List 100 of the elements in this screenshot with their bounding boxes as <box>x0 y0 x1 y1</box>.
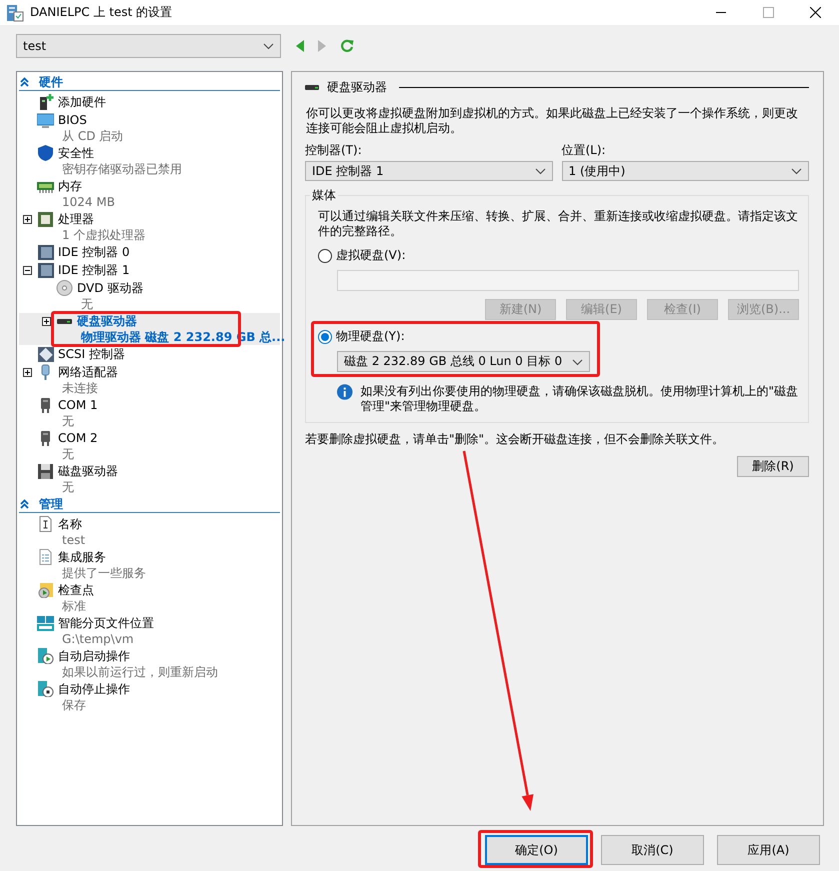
collapse-section-icon <box>20 77 29 87</box>
item-name: 处理器 <box>58 211 95 227</box>
back-button[interactable] <box>295 40 305 52</box>
floppy-icon <box>37 463 54 479</box>
close-icon <box>810 7 821 18</box>
controller-icon <box>37 262 54 278</box>
collapse-icon[interactable] <box>23 266 32 274</box>
tree-item[interactable]: 集成服务 提供了一些服务 <box>19 549 280 581</box>
radio-button[interactable] <box>318 248 332 262</box>
field-label: 位置(L): <box>562 142 607 159</box>
item-name: COM 1 <box>58 397 98 413</box>
section-title: 管理 <box>39 496 63 512</box>
tree-item[interactable]: 磁盘驱动器 无 <box>19 463 280 495</box>
item-name: 智能分页文件位置 <box>58 615 154 631</box>
caret-icon <box>263 42 274 50</box>
tree-item[interactable]: 检查点 标准 <box>19 582 280 614</box>
controller-icon <box>37 346 54 362</box>
location-dropdown[interactable]: 1 (使用中) <box>562 161 809 181</box>
item-name: 名称 <box>58 516 83 532</box>
item-name: IDE 控制器 1 <box>58 262 130 278</box>
expand-icon[interactable] <box>23 214 32 224</box>
window-title: DANIELPC 上 test 的设置 <box>30 4 174 21</box>
tree-item[interactable]: 安全性 密钥存储驱动器已禁用 <box>19 145 280 177</box>
refresh-button[interactable] <box>341 38 354 52</box>
expand-icon[interactable] <box>42 316 51 326</box>
maximize-icon <box>763 7 774 18</box>
item-detail: 标准 <box>61 598 87 614</box>
item-name: 网络适配器 <box>58 364 118 380</box>
caret-icon <box>534 167 546 175</box>
item-name: 检查点 <box>58 582 94 598</box>
disk-dropdown[interactable]: 磁盘 2 232.89 GB 总线 0 Lun 0 目标 0 <box>337 351 590 372</box>
item-name: 安全性 <box>58 145 95 161</box>
tree-item[interactable]: BIOS 从 CD 启动 <box>19 112 280 144</box>
item-detail: 密钥存储驱动器已禁用 <box>61 161 182 177</box>
monitor-icon <box>37 112 54 128</box>
radio-button[interactable] <box>318 330 332 344</box>
item-detail: 从 CD 启动 <box>61 128 124 144</box>
item-detail: 无 <box>61 413 75 429</box>
tree-item[interactable]: 自动启动操作 如果以前运行过，则重新启动 <box>19 648 280 680</box>
triangle-icon <box>295 40 305 52</box>
item-detail: 未连接 <box>61 380 99 396</box>
server-icon <box>37 615 54 631</box>
item-name: 集成服务 <box>58 549 107 565</box>
section-title: 硬盘驱动器 <box>327 78 387 96</box>
item-detail: 如果以前运行过，则重新启动 <box>61 664 218 680</box>
vm-dropdown[interactable]: test <box>16 34 281 58</box>
tree-item[interactable]: COM 2 无 <box>19 430 280 462</box>
tree-item[interactable]: SCSI 控制器 <box>19 346 280 363</box>
info-icon <box>337 384 353 400</box>
triangle-icon <box>317 40 327 52</box>
tree-item[interactable]: 网络适配器 未连接 <box>19 364 280 396</box>
item-name: 内存 <box>58 178 83 194</box>
description-text: 你可以更改将虚拟硬盘附加到虚拟机的方式。如果此磁盘上已经安装了一个操作系统，则更改连接可能会阻止虚拟机启动。 <box>306 106 799 136</box>
server-play-icon <box>37 648 54 664</box>
shield-icon <box>37 145 54 161</box>
apply-button[interactable]: 应用(A) <box>717 835 820 865</box>
item-detail: 无 <box>61 446 75 462</box>
caret-icon <box>791 167 802 175</box>
item-detail: 1 个虚拟处理器 <box>61 227 146 243</box>
tree-item[interactable]: 名称 test <box>19 516 280 548</box>
drive-icon <box>305 82 319 92</box>
remove-button[interactable]: 删除(R) <box>737 456 809 477</box>
expand-icon[interactable] <box>23 368 32 376</box>
tree-item[interactable]: 智能分页文件位置 G:\temp\vm <box>19 615 280 647</box>
clock-folder-icon <box>37 582 54 598</box>
item-detail: test <box>61 532 86 548</box>
radio-label: 物理硬盘(Y): <box>336 328 405 345</box>
app-icon <box>6 4 24 22</box>
item-name: 磁盘驱动器 <box>58 463 118 479</box>
controller-dropdown[interactable]: IDE 控制器 1 <box>305 161 552 181</box>
tree-item[interactable]: 处理器 1 个虚拟处理器 <box>19 211 280 243</box>
field-label: 控制器(T): <box>305 142 363 159</box>
tree-item[interactable]: COM 1 无 <box>19 397 280 429</box>
item-detail: 提供了一些服务 <box>61 565 146 581</box>
tree-item[interactable]: 添加硬件 <box>19 94 280 111</box>
section-title: 硬件 <box>39 74 63 90</box>
server-stop-icon <box>37 681 54 697</box>
document-icon <box>37 516 54 532</box>
item-name: COM 2 <box>58 430 98 446</box>
collapse-section-icon <box>20 499 29 509</box>
checklist-icon <box>37 549 54 565</box>
item-name: 自动启动操作 <box>58 648 131 664</box>
item-detail: 无 <box>61 479 75 495</box>
tree-item[interactable]: 自动停止操作 保存 <box>19 681 280 713</box>
item-name: DVD 驱动器 <box>77 280 144 296</box>
chip-icon <box>37 211 54 227</box>
cancel-button[interactable]: 取消(C) <box>601 835 704 865</box>
tree-item[interactable]: DVD 驱动器 无 <box>19 280 280 312</box>
caret-icon <box>572 358 584 366</box>
tree-item[interactable]: IDE 控制器 1 <box>19 262 280 279</box>
refresh-icon <box>341 38 354 52</box>
item-detail: 无 <box>80 296 94 312</box>
item-name: 添加硬件 <box>58 94 106 110</box>
tree-item[interactable]: 内存 1024 MB <box>19 178 280 210</box>
tree-item[interactable]: IDE 控制器 0 <box>19 244 280 261</box>
note-text: 如果没有列出你要使用的物理硬盘，请确保该磁盘脱机。使用物理计算机上的"磁盘管理"来管理物理硬盘。 <box>360 384 799 414</box>
disc-icon <box>56 280 73 296</box>
description-text: 可以通过编辑关联文件来压缩、转换、扩展、合并、重新连接或收缩虚拟硬盘。请指定该文件的完整路径。 <box>318 209 799 239</box>
ok-button[interactable]: 确定(O) <box>485 835 588 865</box>
computer-add-icon <box>37 94 54 110</box>
